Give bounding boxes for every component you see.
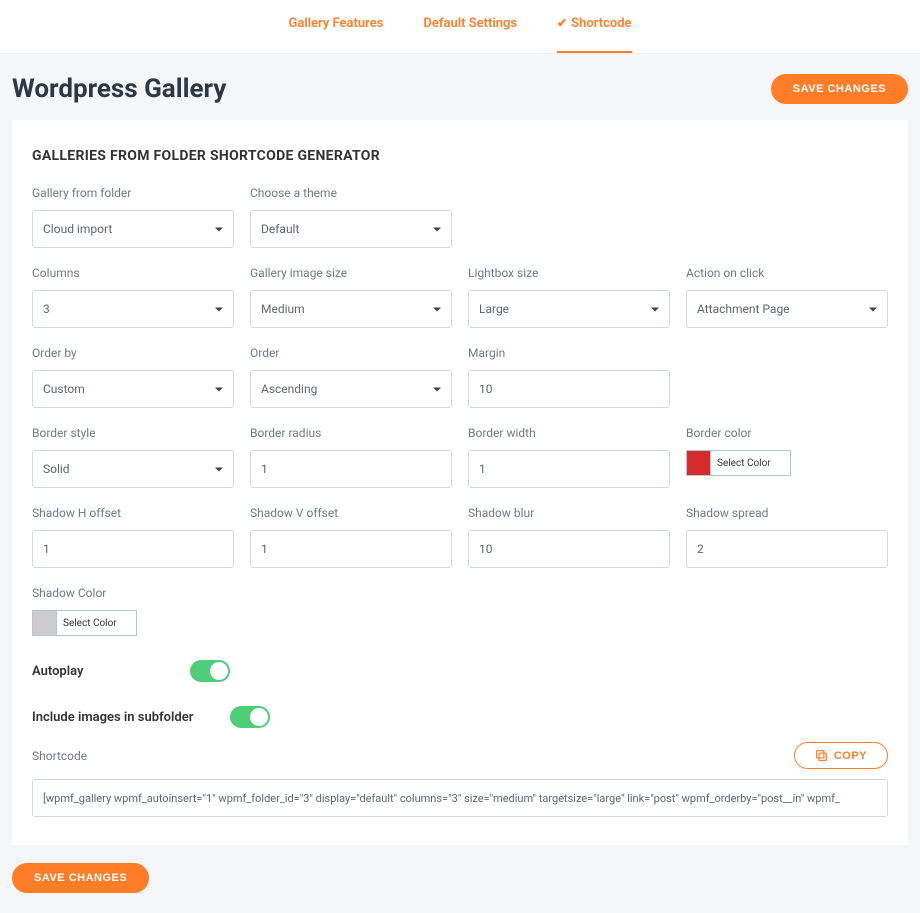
shadow-color-picker[interactable]: Select Color	[32, 610, 137, 636]
tab-shortcode[interactable]: ✔ Shortcode	[557, 12, 631, 53]
shortcode-label: Shortcode	[32, 749, 87, 763]
border-radius-input[interactable]: 1	[250, 450, 452, 488]
tab-shortcode-label: Shortcode	[571, 16, 631, 31]
shadow-v-input[interactable]: 1	[250, 530, 452, 568]
tab-gallery-features[interactable]: Gallery Features	[288, 12, 383, 41]
border-width-input[interactable]: 1	[468, 450, 670, 488]
theme-label: Choose a theme	[250, 186, 452, 200]
columns-label: Columns	[32, 266, 234, 280]
border-color-picker[interactable]: Select Color	[686, 450, 791, 476]
order-label: Order	[250, 346, 452, 360]
border-style-label: Border style	[32, 426, 234, 440]
shadow-color-value: Select Color	[57, 611, 136, 635]
page-title: Wordpress Gallery	[12, 74, 226, 104]
shadow-blur-input[interactable]: 10	[468, 530, 670, 568]
shadow-v-label: Shadow V offset	[250, 506, 452, 520]
shadow-color-label: Shadow Color	[32, 586, 234, 600]
tab-default-settings[interactable]: Default Settings	[423, 12, 517, 41]
border-style-select[interactable]: Solid	[32, 450, 234, 488]
shadow-blur-label: Shadow blur	[468, 506, 670, 520]
subfolder-label: Include images in subfolder	[32, 710, 212, 725]
save-changes-button-bottom[interactable]: SAVE CHANGES	[12, 863, 149, 893]
shadow-spread-input[interactable]: 2	[686, 530, 888, 568]
save-changes-button-top[interactable]: SAVE CHANGES	[771, 74, 908, 104]
border-radius-label: Border radius	[250, 426, 452, 440]
image-size-label: Gallery image size	[250, 266, 452, 280]
border-color-label: Border color	[686, 426, 888, 440]
shadow-spread-label: Shadow spread	[686, 506, 888, 520]
top-tabs: Gallery Features Default Settings ✔ Short…	[0, 0, 920, 54]
columns-select[interactable]: 3	[32, 290, 234, 328]
folder-select[interactable]: Cloud import	[32, 210, 234, 248]
action-select[interactable]: Attachment Page	[686, 290, 888, 328]
panel-title: GALLERIES FROM FOLDER SHORTCODE GENERATO…	[32, 148, 888, 164]
order-select[interactable]: Ascending	[250, 370, 452, 408]
shortcode-output[interactable]: [wpmf_gallery wpmf_autoinsert="1" wpmf_f…	[32, 779, 888, 817]
order-by-label: Order by	[32, 346, 234, 360]
border-width-label: Border width	[468, 426, 670, 440]
margin-input[interactable]: 10	[468, 370, 670, 408]
autoplay-toggle[interactable]	[190, 660, 230, 682]
copy-button[interactable]: COPY	[794, 742, 888, 769]
theme-select[interactable]: Default	[250, 210, 452, 248]
shadow-color-swatch	[33, 611, 57, 635]
lightbox-size-select[interactable]: Large	[468, 290, 670, 328]
lightbox-size-label: Lightbox size	[468, 266, 670, 280]
margin-label: Margin	[468, 346, 670, 360]
border-color-value: Select Color	[711, 451, 790, 475]
copy-icon	[815, 749, 828, 762]
shadow-h-input[interactable]: 1	[32, 530, 234, 568]
subfolder-toggle[interactable]	[230, 706, 270, 728]
order-by-select[interactable]: Custom	[32, 370, 234, 408]
autoplay-label: Autoplay	[32, 664, 172, 679]
folder-label: Gallery from folder	[32, 186, 234, 200]
border-color-swatch	[687, 451, 711, 475]
action-label: Action on click	[686, 266, 888, 280]
image-size-select[interactable]: Medium	[250, 290, 452, 328]
shortcode-generator-panel: GALLERIES FROM FOLDER SHORTCODE GENERATO…	[12, 120, 908, 845]
check-icon: ✔	[557, 16, 567, 30]
copy-button-label: COPY	[834, 750, 867, 762]
shadow-h-label: Shadow H offset	[32, 506, 234, 520]
